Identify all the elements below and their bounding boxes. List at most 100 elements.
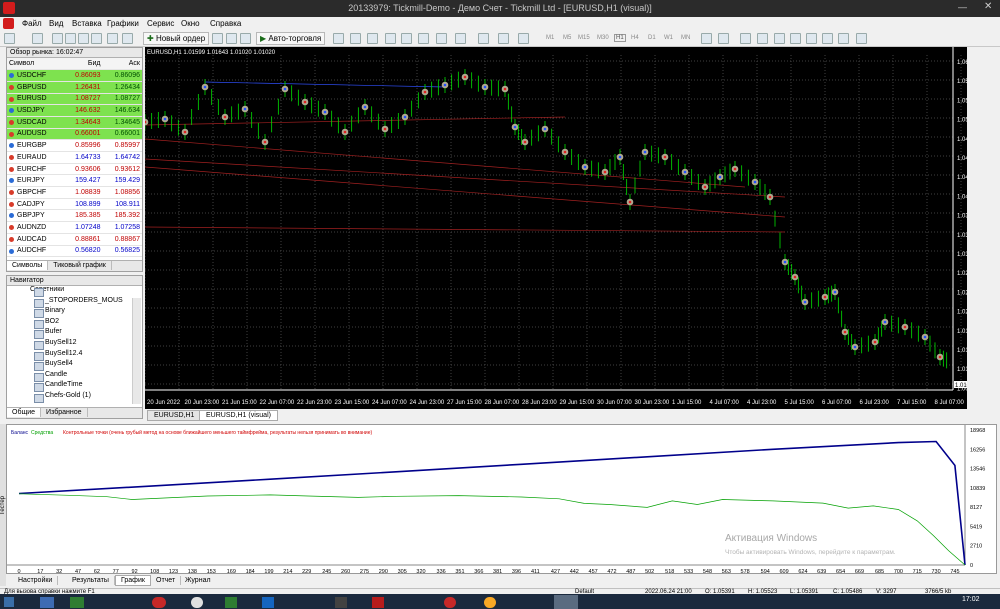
navigator-item[interactable]: _STOPORDERS_MOUS bbox=[7, 297, 142, 308]
navigator-root[interactable]: Советники bbox=[7, 286, 142, 297]
menu-file[interactable]: Файл bbox=[22, 19, 42, 28]
trendline-icon[interactable] bbox=[774, 33, 785, 44]
start-icon[interactable] bbox=[4, 597, 14, 607]
tf-m15[interactable]: M15 bbox=[578, 35, 590, 41]
market-watch-row[interactable]: EURAUD 1.64733 1.64742 bbox=[7, 151, 142, 164]
tab-common[interactable]: Общие bbox=[7, 408, 42, 417]
new-order-button[interactable]: ✚ Новый ордер bbox=[143, 32, 210, 45]
navigator-item[interactable]: Bufer bbox=[7, 328, 142, 339]
market-watch-row[interactable]: AUDCAD 0.88861 0.88867 bbox=[7, 233, 142, 246]
taskbar-app-icon[interactable] bbox=[70, 597, 84, 608]
cursor-icon[interactable] bbox=[701, 33, 712, 44]
menu-insert[interactable]: Вставка bbox=[72, 19, 102, 28]
tf-h4[interactable]: H4 bbox=[631, 35, 639, 41]
market-watch-row[interactable]: GBPUSD 1.26431 1.26434 bbox=[7, 81, 142, 94]
tab-favorites[interactable]: Избранное bbox=[41, 408, 88, 417]
horizontal-line-icon[interactable] bbox=[757, 33, 768, 44]
tab-chart-visual[interactable]: EURUSD,H1 (visual) bbox=[199, 410, 278, 421]
autoscroll-icon[interactable] bbox=[436, 33, 447, 44]
menu-charts[interactable]: Графики bbox=[107, 19, 139, 28]
options-icon[interactable] bbox=[122, 33, 133, 44]
menu-tools[interactable]: Сервис bbox=[147, 19, 174, 28]
price-chart[interactable]: EURUSD,H1 1.01599 1.01643 1.01020 1.0102… bbox=[145, 47, 967, 409]
profiles-icon[interactable] bbox=[32, 33, 43, 44]
tab-results[interactable]: Результаты bbox=[67, 576, 115, 585]
navigator-item[interactable]: BuySell4 bbox=[7, 360, 142, 371]
taskbar-metatrader-icon[interactable] bbox=[554, 595, 578, 609]
market-watch-row[interactable]: AUDCHF 0.56820 0.56825 bbox=[7, 245, 142, 258]
navigator-item[interactable]: BuySell12 bbox=[7, 339, 142, 350]
zoom-in-icon[interactable] bbox=[385, 33, 396, 44]
tf-m1[interactable]: M1 bbox=[546, 35, 554, 41]
market-watch-row[interactable]: EURJPY 159.427 159.429 bbox=[7, 174, 142, 188]
menu-view[interactable]: Вид bbox=[49, 19, 63, 28]
close-icon[interactable]: ✕ bbox=[984, 1, 992, 12]
app-menu-icon[interactable] bbox=[3, 18, 14, 29]
navigator-item[interactable]: CandleTime bbox=[7, 381, 142, 392]
zoom-out-icon[interactable] bbox=[401, 33, 412, 44]
menu-window[interactable]: Окно bbox=[181, 19, 200, 28]
market-watch-row[interactable]: USDCHF 0.86093 0.86096 bbox=[7, 69, 142, 82]
navigator-item[interactable]: Candle bbox=[7, 371, 142, 382]
signals-icon[interactable] bbox=[226, 33, 237, 44]
market-watch-row[interactable]: GBPCHF 1.08839 1.08856 bbox=[7, 186, 142, 199]
tf-h1[interactable]: H1 bbox=[614, 34, 626, 42]
taskbar-app-icon[interactable] bbox=[225, 597, 237, 608]
data-window-icon[interactable] bbox=[65, 33, 76, 44]
taskbar-app-icon[interactable] bbox=[262, 597, 274, 608]
market-watch-row[interactable]: AUDNZD 1.07248 1.07258 bbox=[7, 221, 142, 234]
chart-shift-icon[interactable] bbox=[455, 33, 466, 44]
navigator-item[interactable]: Chefs-Gold (1) bbox=[7, 392, 142, 403]
tester-icon[interactable] bbox=[107, 33, 118, 44]
periods-icon[interactable] bbox=[498, 33, 509, 44]
navigator-item[interactable]: BO2 bbox=[7, 318, 142, 329]
tile-windows-icon[interactable] bbox=[418, 33, 429, 44]
taskbar-chrome-icon[interactable] bbox=[191, 597, 203, 608]
tf-w1[interactable]: W1 bbox=[664, 35, 673, 41]
tab-journal[interactable]: Журнал bbox=[180, 576, 216, 585]
indicators-icon[interactable] bbox=[478, 33, 489, 44]
channel-icon[interactable] bbox=[790, 33, 801, 44]
market-watch-row[interactable]: CADJPY 108.899 108.911 bbox=[7, 198, 142, 211]
market-watch-row[interactable]: EURUSD 1.08727 1.08727 bbox=[7, 93, 142, 106]
auto-trading-button[interactable]: ▶ Авто-торговля bbox=[256, 32, 326, 45]
tab-tick-chart[interactable]: Тиковый график bbox=[48, 261, 112, 270]
market-watch-row[interactable]: USDJPY 146.632 146.634 bbox=[7, 104, 142, 117]
crosshair-icon[interactable] bbox=[718, 33, 729, 44]
tab-graph[interactable]: График bbox=[115, 575, 151, 586]
templates-icon[interactable] bbox=[518, 33, 529, 44]
text-icon[interactable] bbox=[822, 33, 833, 44]
tab-report[interactable]: Отчет bbox=[151, 576, 182, 585]
navigator-scrollbar[interactable] bbox=[132, 298, 141, 404]
metaeditor-icon[interactable] bbox=[212, 33, 223, 44]
market-watch-icon[interactable] bbox=[52, 33, 63, 44]
navigator-item[interactable]: BuySell12.4 bbox=[7, 350, 142, 361]
arrows-icon[interactable] bbox=[856, 33, 867, 44]
taskbar-app-icon[interactable] bbox=[444, 597, 456, 608]
taskbar-app-icon[interactable] bbox=[335, 597, 347, 608]
tab-symbols[interactable]: Символы bbox=[7, 261, 49, 270]
new-chart-icon[interactable] bbox=[4, 33, 15, 44]
market-icon[interactable] bbox=[240, 33, 251, 44]
taskbar-app-icon[interactable] bbox=[372, 597, 384, 608]
bar-chart-icon[interactable] bbox=[333, 33, 344, 44]
navigator-icon[interactable] bbox=[78, 33, 89, 44]
tf-mn[interactable]: MN bbox=[681, 35, 690, 41]
taskbar-app-icon[interactable] bbox=[484, 597, 496, 608]
tab-settings[interactable]: Настройки bbox=[13, 576, 59, 585]
tf-d1[interactable]: D1 bbox=[648, 35, 656, 41]
tf-m5[interactable]: M5 bbox=[563, 35, 571, 41]
market-watch-row[interactable]: USDCAD 1.34643 1.34645 bbox=[7, 116, 142, 129]
taskbar-app-icon[interactable] bbox=[152, 597, 166, 608]
minimize-icon[interactable]: — bbox=[958, 2, 967, 12]
label-icon[interactable] bbox=[838, 33, 849, 44]
market-watch-row[interactable]: GBPJPY 185.385 185.392 bbox=[7, 209, 142, 223]
terminal-icon[interactable] bbox=[91, 33, 102, 44]
candlestick-icon[interactable] bbox=[350, 33, 361, 44]
vertical-line-icon[interactable] bbox=[740, 33, 751, 44]
market-watch-row[interactable]: AUDUSD 0.66001 0.66001 bbox=[7, 128, 142, 141]
fibo-icon[interactable] bbox=[806, 33, 817, 44]
tf-m30[interactable]: M30 bbox=[597, 35, 609, 41]
market-watch-row[interactable]: EURCHF 0.93606 0.93612 bbox=[7, 163, 142, 176]
tab-chart-eurusd[interactable]: EURUSD,H1 bbox=[147, 410, 202, 421]
